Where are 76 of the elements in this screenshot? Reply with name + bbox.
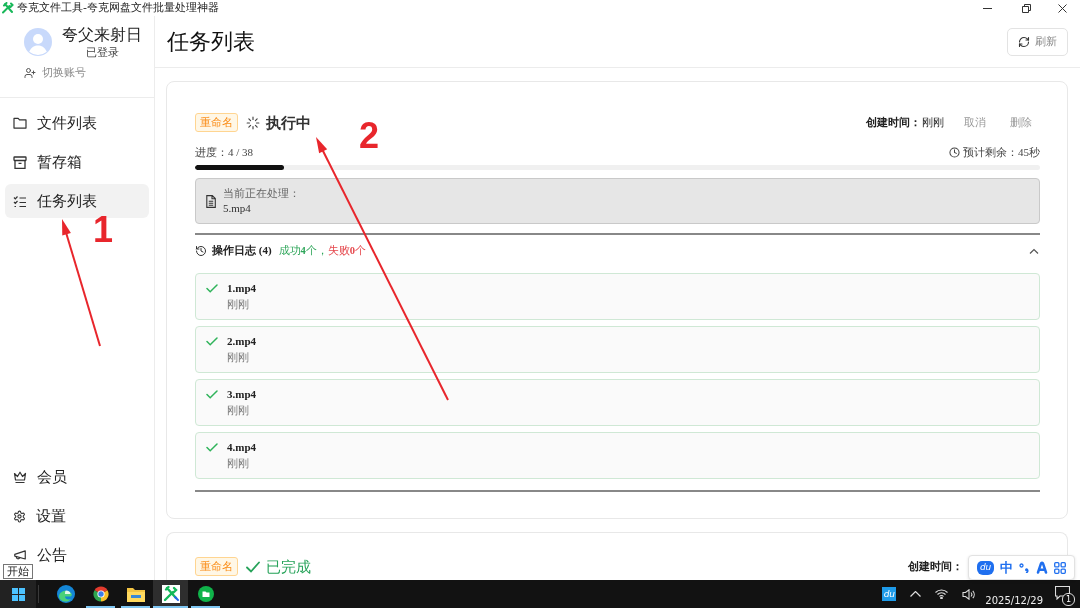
history-icon	[195, 244, 207, 257]
log-time: 刚刚	[227, 351, 250, 364]
chevron-up-icon[interactable]	[910, 591, 922, 597]
login-status: 已登录	[85, 46, 119, 59]
punctuation-icon[interactable]	[1019, 562, 1030, 573]
close-icon	[1057, 3, 1067, 13]
chevron-up-icon	[1029, 247, 1039, 254]
avatar-icon	[24, 28, 52, 56]
task-status: 已完成	[266, 557, 311, 576]
sidebar-item[interactable]: 会员	[5, 460, 149, 494]
tooltip: 开始	[3, 564, 33, 579]
failure-count: 失败0个	[327, 243, 367, 258]
check-icon	[206, 284, 218, 293]
window-title: 夸克文件工具-夸克网盘文件批量处理神器	[17, 1, 219, 15]
sidebar-item[interactable]: 设置	[5, 499, 149, 533]
task-status: 执行中	[266, 113, 311, 132]
grid-icon[interactable]	[1053, 561, 1066, 574]
check-icon	[206, 390, 218, 399]
user-plus-icon	[24, 66, 36, 79]
windows-logo-icon	[11, 587, 25, 601]
refresh-icon	[1018, 35, 1030, 48]
switch-account-button[interactable]: 切换账号	[24, 65, 86, 80]
ime-logo[interactable]: du	[977, 560, 995, 575]
current-file-name: 5.mp4	[223, 202, 252, 215]
volume-icon[interactable]	[962, 588, 976, 600]
log-time: 刚刚	[227, 298, 250, 311]
restore-icon	[1021, 3, 1031, 13]
file-name: 2.mp4	[227, 335, 257, 348]
check-icon	[206, 443, 218, 452]
tools-icon	[2, 2, 14, 14]
log-title: 操作日志 (4)	[212, 243, 272, 258]
taskbar-date[interactable]: 2025/12/29	[985, 582, 1043, 606]
folder-badge-icon	[197, 586, 214, 602]
file-name: 1.mp4	[227, 282, 257, 295]
sidebar-item[interactable]: 文件列表	[5, 106, 149, 140]
megaphone-icon	[13, 548, 27, 562]
start-button[interactable]	[0, 580, 36, 608]
notification-count: 1	[1062, 593, 1075, 606]
archive-box-icon	[13, 155, 27, 169]
created-time-label: 创建时间：	[866, 115, 921, 130]
crown-icon	[13, 470, 27, 484]
file-name: 4.mp4	[227, 441, 257, 454]
folder-icon	[126, 586, 145, 602]
task-type-tag: 重命名	[195, 113, 238, 132]
tools-icon	[161, 585, 180, 603]
created-time-label: 创建时间：	[908, 559, 963, 574]
settings-icon	[13, 509, 26, 523]
check-icon	[206, 337, 218, 346]
clock-icon	[949, 147, 960, 158]
log-time: 刚刚	[227, 404, 250, 417]
user-name: 夸父来射日	[62, 25, 142, 44]
success-count: 成功4个，	[278, 243, 328, 258]
wifi-icon[interactable]	[935, 589, 949, 599]
taskbar-app-button[interactable]	[153, 580, 188, 608]
folder-icon	[13, 117, 27, 129]
checklist-icon	[13, 194, 27, 208]
progress-label: 进度：4 / 38	[195, 146, 254, 159]
log-time: 刚刚	[227, 457, 250, 470]
minimize-icon	[982, 7, 992, 9]
page-title: 任务列表	[167, 27, 255, 56]
sidebar-item[interactable]: 暂存箱	[5, 145, 149, 179]
check-icon	[246, 560, 260, 573]
file-name: 3.mp4	[227, 388, 257, 401]
annotation-number: 2	[359, 116, 380, 156]
refresh-button[interactable]: 刷新	[1007, 27, 1068, 56]
swirl-icon	[56, 585, 75, 603]
current-file-label: 当前正在处理：	[223, 187, 300, 200]
created-time-value: 刚刚	[922, 115, 944, 130]
font-style-icon[interactable]	[1035, 561, 1048, 574]
browser-icon	[91, 585, 110, 603]
time-remaining: 预计剩余：45秒	[963, 146, 1040, 159]
notification-button[interactable]: 1	[1055, 586, 1072, 602]
loading-spinner-icon	[246, 115, 260, 130]
task-type-tag: 重命名	[195, 557, 238, 576]
document-icon	[206, 194, 216, 208]
input-mode-toggle[interactable]: 中	[1000, 561, 1014, 574]
